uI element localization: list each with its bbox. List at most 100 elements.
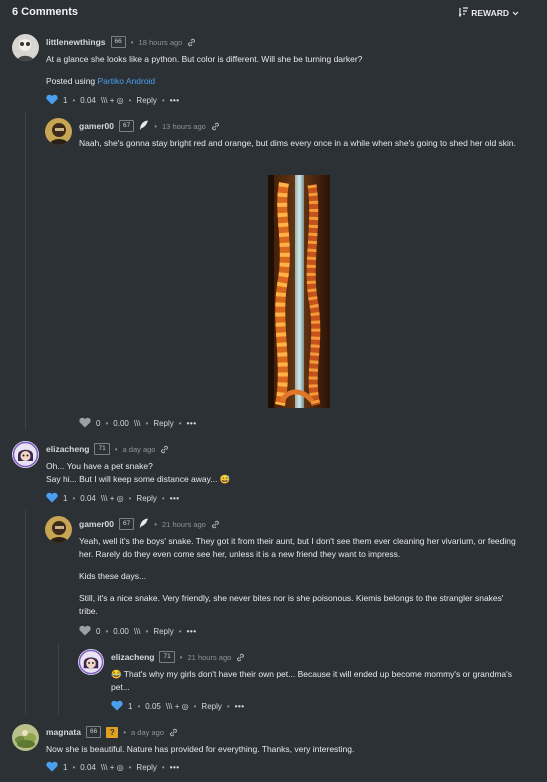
reputation-badge: 66 xyxy=(110,36,126,48)
timestamp[interactable]: a day ago xyxy=(123,445,156,454)
separator-dot: • xyxy=(72,96,76,105)
separator-dot: • xyxy=(72,763,76,772)
sort-label: REWARD xyxy=(471,8,509,18)
reputation-badge: 66 xyxy=(85,726,102,738)
currency-icon: \\\ xyxy=(133,419,141,428)
vote-count[interactable]: 1 xyxy=(63,763,67,772)
heart-filled-icon[interactable] xyxy=(111,700,123,713)
partiko-link[interactable]: Partiko Android xyxy=(98,76,156,86)
link-icon[interactable] xyxy=(169,728,178,737)
avatar[interactable] xyxy=(45,516,72,543)
reply-button[interactable]: Reply xyxy=(136,763,156,772)
author-name[interactable]: magnata xyxy=(46,727,81,737)
timestamp[interactable]: 18 hours ago xyxy=(139,38,183,47)
snake-photo[interactable] xyxy=(268,175,330,408)
separator-dot: • xyxy=(123,727,127,737)
comment-text: Say hi... But I will keep some distance … xyxy=(46,474,231,484)
comment-body: Naah, she's gonna stay bright red and or… xyxy=(79,137,519,150)
separator-dot: • xyxy=(178,419,182,428)
reply-button[interactable]: Reply xyxy=(153,627,173,636)
avatar[interactable] xyxy=(12,34,39,61)
comment-actions: 0 • 0.00 \\\ • Reply • ••• xyxy=(79,625,197,638)
link-icon[interactable] xyxy=(211,520,220,529)
payout-value[interactable]: 0.05 xyxy=(145,702,161,711)
separator-dot: • xyxy=(179,652,183,662)
vote-count[interactable]: 1 xyxy=(63,96,67,105)
separator-dot: • xyxy=(161,96,165,105)
more-options-button[interactable]: ••• xyxy=(170,96,180,105)
vote-count[interactable]: 1 xyxy=(63,494,67,503)
author-name[interactable]: elizacheng xyxy=(46,444,89,454)
heart-outline-icon[interactable] xyxy=(79,625,91,638)
reputation-badge: 71 xyxy=(159,651,175,663)
vote-count[interactable]: 0 xyxy=(96,419,100,428)
thread-line xyxy=(58,643,59,715)
feather-icon xyxy=(139,518,149,530)
thread-line xyxy=(25,112,26,430)
comment-text: Now she is beautiful. Nature has provide… xyxy=(46,744,355,754)
separator-dot: • xyxy=(128,763,132,772)
comment-actions: 1 • 0.04 \\\ + ◎ • Reply • ••• xyxy=(46,492,180,505)
payout-value[interactable]: 0.04 xyxy=(80,96,96,105)
question-badge[interactable]: ? xyxy=(106,726,119,738)
payout-value[interactable]: 0.00 xyxy=(113,627,129,636)
link-icon[interactable] xyxy=(160,445,169,454)
more-options-button[interactable]: ••• xyxy=(187,627,197,636)
separator-dot: • xyxy=(178,627,182,636)
more-options-button[interactable]: ••• xyxy=(170,763,180,772)
comment-text: Yeah, well it's the boys' snake. They go… xyxy=(79,536,516,559)
sort-icon xyxy=(458,7,469,19)
author-name[interactable]: littlenewthings xyxy=(46,37,106,47)
timestamp[interactable]: 13 hours ago xyxy=(162,122,206,131)
comment-actions: 1 • 0.04 \\\ + ◎ • Reply • ••• xyxy=(46,94,180,107)
avatar[interactable] xyxy=(45,118,72,145)
vote-count[interactable]: 0 xyxy=(96,627,100,636)
link-icon[interactable] xyxy=(211,122,220,131)
avatar[interactable] xyxy=(12,724,39,751)
payout-value[interactable]: 0.00 xyxy=(113,419,129,428)
avatar[interactable] xyxy=(78,649,104,675)
more-options-button[interactable]: ••• xyxy=(235,702,245,711)
payout-value[interactable]: 0.04 xyxy=(80,763,96,772)
comment-actions: 1 • 0.05 \\\ + ◎ • Reply • ••• xyxy=(111,700,245,713)
comment-text: Oh... You have a pet snake? xyxy=(46,461,153,471)
separator-dot: • xyxy=(137,702,141,711)
avatar[interactable] xyxy=(12,441,39,468)
reply-button[interactable]: Reply xyxy=(136,494,156,503)
link-icon[interactable] xyxy=(187,38,196,47)
comment-text: Still, it's a nice snake. Very friendly,… xyxy=(79,593,504,616)
author-name[interactable]: elizacheng xyxy=(111,652,154,662)
author-name[interactable]: gamer00 xyxy=(79,121,114,131)
comment-text: 😂 That's why my girls don't have their o… xyxy=(111,669,513,692)
heart-filled-icon[interactable] xyxy=(46,492,58,505)
heart-outline-icon[interactable] xyxy=(79,417,91,430)
reputation-badge: 71 xyxy=(94,443,110,455)
comment-body: Now she is beautiful. Nature has provide… xyxy=(46,743,516,756)
comments-count-title: 6 Comments xyxy=(12,6,79,18)
currency-icon: \\\ + ◎ xyxy=(100,96,124,105)
heart-filled-icon[interactable] xyxy=(46,761,58,774)
posted-using: Posted using Partiko Android xyxy=(46,75,516,88)
timestamp[interactable]: a day ago xyxy=(131,728,164,737)
vote-count[interactable]: 1 xyxy=(128,702,132,711)
separator-dot: • xyxy=(105,419,109,428)
reply-button[interactable]: Reply xyxy=(201,702,221,711)
timestamp[interactable]: 21 hours ago xyxy=(188,653,232,662)
sort-dropdown[interactable]: REWARD xyxy=(458,7,519,19)
timestamp[interactable]: 21 hours ago xyxy=(162,520,206,529)
chevron-down-icon xyxy=(512,8,519,18)
reputation-badge: 67 xyxy=(118,518,135,530)
link-icon[interactable] xyxy=(236,653,245,662)
more-options-button[interactable]: ••• xyxy=(170,494,180,503)
separator-dot: • xyxy=(128,96,132,105)
author-name[interactable]: gamer00 xyxy=(79,519,114,529)
separator-dot: • xyxy=(226,702,230,711)
reply-button[interactable]: Reply xyxy=(153,419,173,428)
separator-dot: • xyxy=(154,121,158,131)
reply-button[interactable]: Reply xyxy=(136,96,156,105)
heart-filled-icon[interactable] xyxy=(46,94,58,107)
feather-icon xyxy=(139,120,149,132)
more-options-button[interactable]: ••• xyxy=(187,419,197,428)
currency-icon: \\\ + ◎ xyxy=(100,494,124,503)
payout-value[interactable]: 0.04 xyxy=(80,494,96,503)
